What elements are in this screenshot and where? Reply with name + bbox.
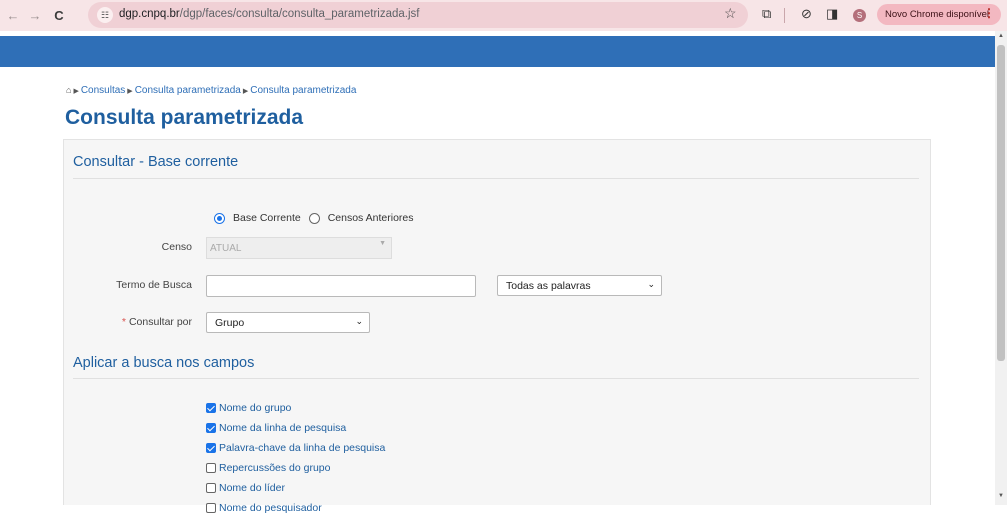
address-bar[interactable]: ☷ dgp.cnpq.br/dgp/faces/consulta/consult… — [88, 2, 748, 28]
radio-label[interactable]: Censos Anteriores — [328, 212, 414, 224]
page-scrollbar[interactable]: ▲ ▼ — [995, 31, 1007, 505]
puzzle-icon[interactable]: ⧉ — [762, 6, 771, 22]
section-title-base: Consultar - Base corrente — [73, 154, 239, 170]
reload-icon[interactable]: C — [50, 6, 68, 24]
radio-base-corrente[interactable] — [214, 212, 225, 224]
match-mode-value: Todas as palavras — [506, 280, 591, 292]
lens-icon[interactable]: ⊘ — [801, 6, 812, 22]
site-header-bar — [0, 36, 995, 67]
divider — [73, 378, 919, 379]
checkbox[interactable] — [206, 463, 216, 473]
chevron-down-icon: ⌄ — [355, 316, 363, 326]
breadcrumb: ⌂ ▶ Consultas ▶ Consulta parametrizada ▶ Consu… — [66, 85, 356, 96]
checkbox-item[interactable]: Palavra-chave da linha de pesquisa — [206, 438, 385, 458]
caret-down-icon: ▼ — [379, 240, 386, 247]
checkbox-item[interactable]: Repercussões do grupo — [206, 458, 385, 478]
checkbox-label[interactable]: Nome do líder — [219, 482, 285, 494]
checkbox-item[interactable]: Nome do pesquisador — [206, 498, 385, 518]
censo-label: Censo — [161, 241, 192, 253]
termo-label: Termo de Busca — [116, 279, 192, 291]
url-text: dgp.cnpq.br/dgp/faces/consulta/consulta_… — [119, 8, 420, 20]
breadcrumb-item[interactable]: Consultas — [81, 85, 125, 96]
chevron-right-icon: ▶ — [73, 88, 79, 95]
checkbox-item[interactable]: Nome do grupo — [206, 398, 385, 418]
section-title-campos: Aplicar a busca nos campos — [73, 355, 255, 371]
base-radio-group: Base Corrente Censos Anteriores — [214, 212, 414, 224]
checkbox-label[interactable]: Nome da linha de pesquisa — [219, 422, 346, 434]
consultar-por-select[interactable]: Grupo ⌄ — [206, 312, 370, 333]
search-panel: Consultar - Base corrente Base Corrente … — [63, 139, 931, 514]
menu-dots-icon[interactable]: ⋮ — [983, 6, 995, 20]
consultar-por-text: Consultar por — [128, 316, 192, 328]
back-arrow-icon[interactable]: ← — [4, 6, 22, 24]
match-mode-select[interactable]: Todas as palavras ⌄ — [497, 275, 662, 296]
checkbox[interactable] — [206, 423, 216, 433]
update-label: Novo Chrome disponível — [885, 9, 990, 20]
scroll-up-icon[interactable]: ▲ — [995, 33, 1007, 43]
breadcrumb-item[interactable]: Consulta parametrizada — [250, 85, 356, 96]
checkbox-label[interactable]: Repercussões do grupo — [219, 462, 331, 474]
consultar-por-value: Grupo — [215, 317, 245, 329]
avatar[interactable]: S — [853, 9, 866, 22]
checkbox-item[interactable]: Nome da linha de pesquisa — [206, 418, 385, 438]
toolbar-divider — [784, 8, 785, 23]
checkbox-label[interactable]: Nome do pesquisador — [219, 502, 322, 514]
chevron-down-icon: ⌄ — [647, 279, 655, 289]
breadcrumb-item[interactable]: Consulta parametrizada — [135, 85, 241, 96]
checkbox-label[interactable]: Nome do grupo — [219, 402, 291, 414]
checkbox[interactable] — [206, 483, 216, 493]
scroll-down-icon[interactable]: ▼ — [995, 493, 1007, 503]
scrollbar-thumb[interactable] — [997, 45, 1005, 361]
chevron-right-icon: ▶ — [242, 88, 249, 95]
radio-censos-anteriores[interactable] — [308, 212, 320, 224]
consultar-por-label: * Consultar por — [52, 316, 192, 328]
tune-icon[interactable]: ☷ — [97, 7, 113, 23]
search-term-input[interactable] — [206, 275, 476, 297]
forward-arrow-icon[interactable]: → — [26, 6, 44, 24]
radio-label[interactable]: Base Corrente — [233, 212, 301, 224]
browser-toolbar: ← → C ☷ dgp.cnpq.br/dgp/faces/consulta/c… — [0, 0, 1007, 31]
censo-value: ATUAL — [210, 243, 242, 254]
page-title: Consulta parametrizada — [65, 106, 304, 129]
campos-checkbox-list: Nome do grupo Nome da linha de pesquisa … — [206, 398, 385, 518]
star-icon[interactable]: ☆ — [724, 5, 737, 22]
update-chrome-button[interactable]: Novo Chrome disponível ⋮ — [877, 4, 1001, 25]
checkbox-item[interactable]: Nome do líder — [206, 478, 385, 498]
required-asterisk: * — [121, 316, 126, 328]
checkbox[interactable] — [206, 403, 216, 413]
divider — [73, 178, 919, 179]
home-icon[interactable]: ⌂ — [66, 85, 71, 95]
chevron-right-icon: ▶ — [127, 88, 133, 95]
censo-select: ATUAL ▼ — [206, 237, 392, 259]
checkbox[interactable] — [206, 443, 216, 453]
side-panel-icon[interactable]: ◨ — [826, 6, 838, 22]
checkbox-label[interactable]: Palavra-chave da linha de pesquisa — [219, 442, 385, 454]
